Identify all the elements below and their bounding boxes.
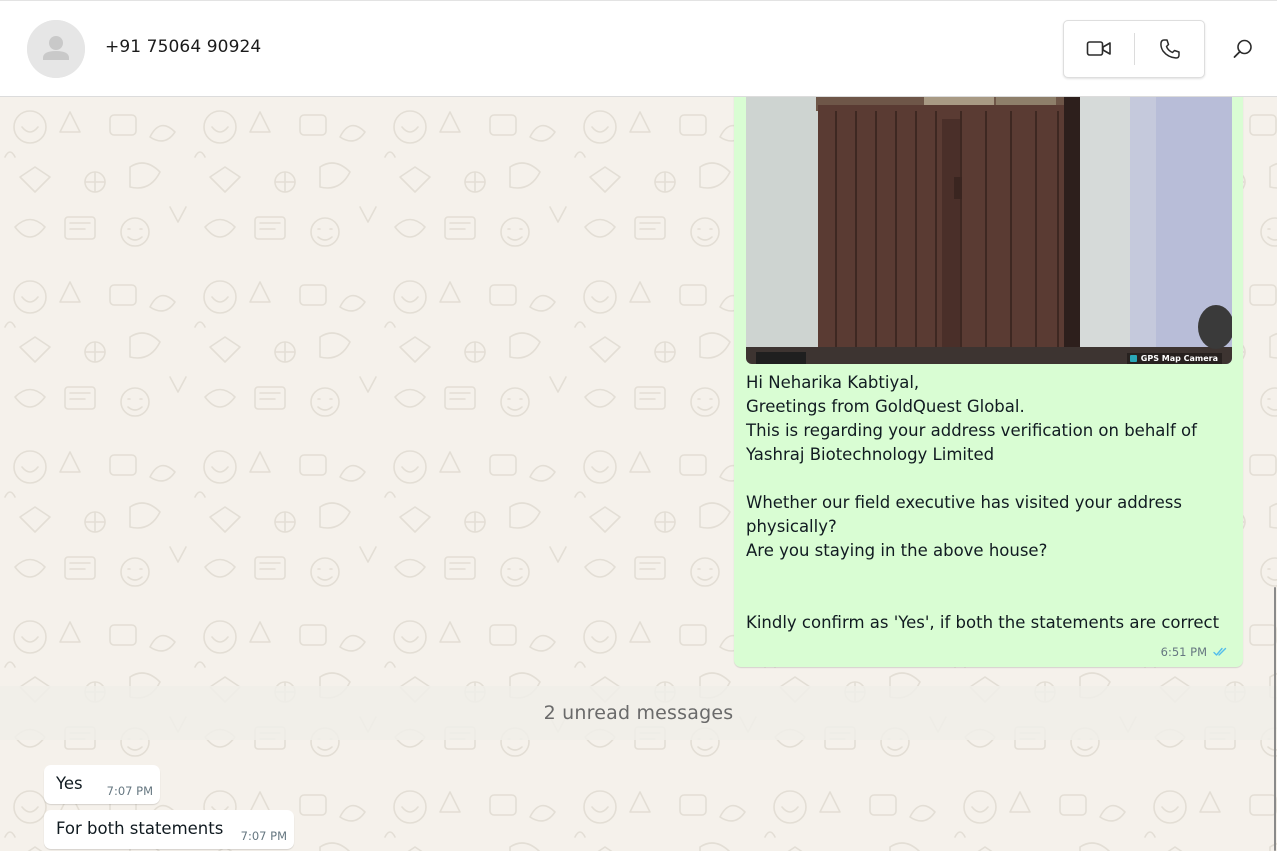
outgoing-message-meta: 6:51 PM — [1161, 645, 1229, 659]
image-watermark-text: GPS Map Camera — [1140, 354, 1218, 363]
incoming-message-bubble[interactable]: For both statements 7:07 PM — [44, 810, 294, 849]
message-timestamp: 7:07 PM — [240, 829, 287, 843]
message-timestamp: 6:51 PM — [1160, 645, 1207, 659]
door-photo — [746, 97, 1232, 364]
video-camera-icon — [1086, 41, 1111, 56]
message-line: Greetings from GoldQuest Global. — [746, 397, 1025, 416]
message-line: This is regarding your address verificat… — [746, 421, 1197, 440]
chat-area[interactable]: GPS Map Camera Hi Neharika Kabtiyal, Gre… — [0, 97, 1277, 851]
voice-call-button[interactable] — [1135, 21, 1205, 77]
message-line: physically? — [746, 517, 837, 536]
double-check-icon — [1213, 647, 1227, 656]
call-buttons-group — [1063, 20, 1205, 78]
message-timestamp: 7:07 PM — [106, 784, 153, 798]
outgoing-message-text: Hi Neharika Kabtiyal, Greetings from Gol… — [746, 371, 1236, 635]
search-button[interactable] — [1226, 32, 1260, 66]
message-image[interactable]: GPS Map Camera — [746, 97, 1232, 364]
phone-icon — [1160, 39, 1180, 59]
search-icon — [1233, 39, 1252, 58]
contact-avatar[interactable] — [27, 20, 85, 78]
chat-header: +91 75064 90924 — [0, 0, 1277, 97]
incoming-message-text: For both statements — [56, 819, 224, 838]
unread-messages-divider: 2 unread messages — [0, 686, 1277, 740]
incoming-message-bubble[interactable]: Yes 7:07 PM — [44, 765, 160, 804]
default-user-avatar-icon — [27, 20, 85, 78]
message-line: Are you staying in the above house? — [746, 541, 1048, 560]
chat-scrollbar[interactable] — [1274, 587, 1276, 851]
contact-name[interactable]: +91 75064 90924 — [105, 37, 261, 57]
image-watermark: GPS Map Camera — [1126, 353, 1222, 364]
message-line: Kindly confirm as 'Yes', if both the sta… — [746, 613, 1220, 632]
outgoing-message-bubble[interactable]: GPS Map Camera Hi Neharika Kabtiyal, Gre… — [734, 97, 1243, 667]
incoming-message-text: Yes — [56, 774, 83, 793]
message-line: Yashraj Biotechnology Limited — [746, 445, 995, 464]
video-call-button[interactable] — [1064, 21, 1134, 77]
message-line: Whether our field executive has visited … — [746, 493, 1182, 512]
unread-messages-label: 2 unread messages — [543, 702, 734, 724]
map-camera-icon — [1129, 355, 1137, 362]
message-line: Hi Neharika Kabtiyal, — [746, 373, 920, 392]
